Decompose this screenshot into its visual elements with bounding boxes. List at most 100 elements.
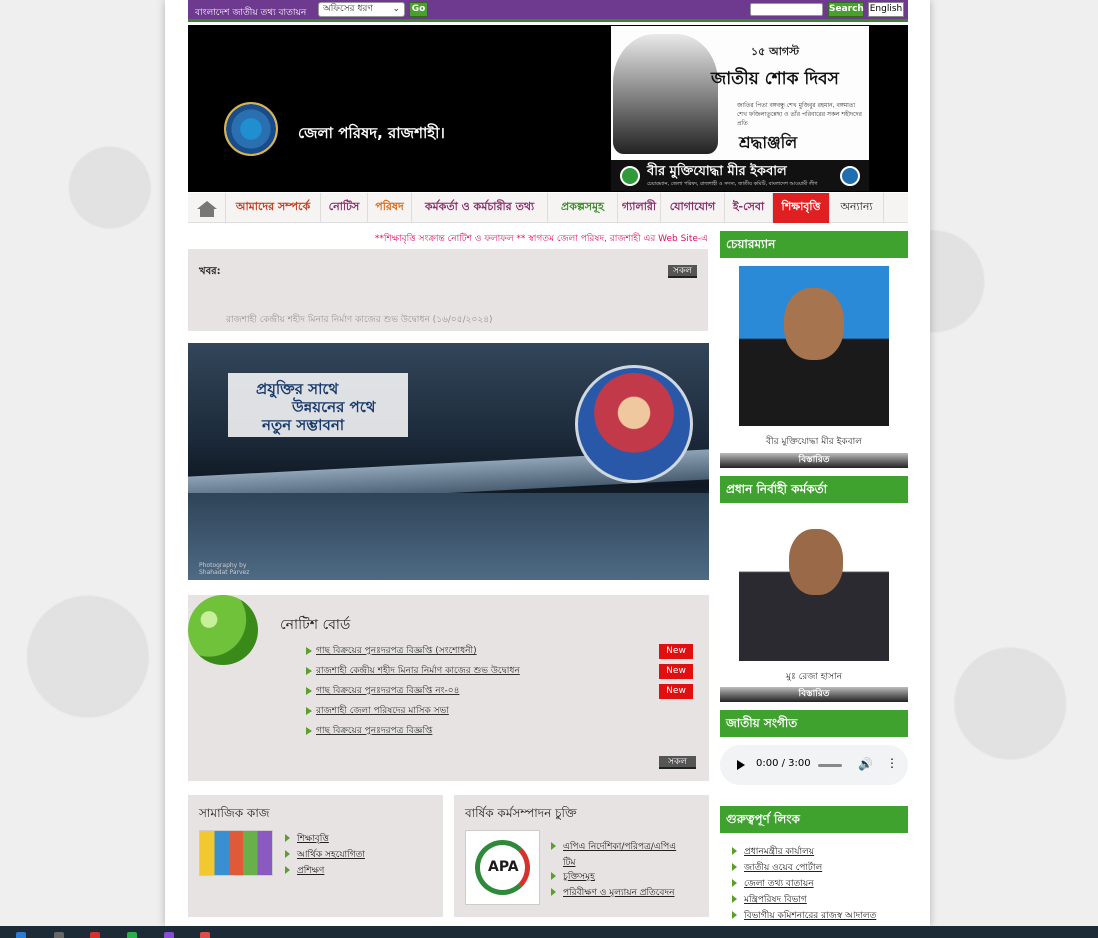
audio-progress-slider[interactable] bbox=[818, 764, 842, 767]
new-badge: New bbox=[659, 644, 693, 659]
chairman-heading: চেয়ারম্যান bbox=[720, 231, 908, 258]
list-item[interactable]: জেলা তথ্য বাতায়ন bbox=[732, 875, 912, 891]
notice-item-link[interactable]: গাছ বিক্রয়ের পুনঃদরপত্র বিজ্ঞপ্তি bbox=[316, 723, 432, 738]
nav-about-us[interactable]: আমাদের সম্পর্কে bbox=[226, 193, 321, 223]
office-select-value: অফিসের ধরণ bbox=[323, 4, 373, 14]
nav-officers-staff[interactable]: কর্মকর্তা ও কর্মচারীর তথ্য bbox=[412, 193, 548, 223]
important-links-list: প্রধানমন্ত্রীর কার্যালয় জাতীয় ওয়েব পো… bbox=[732, 843, 912, 923]
list-item[interactable]: মন্ত্রিপরিষদ বিভাগ bbox=[732, 891, 912, 907]
list-item[interactable]: জাতীয় ওয়েব পোর্টাল bbox=[732, 859, 912, 875]
notice-board-title: নোটিশ বোর্ড bbox=[280, 617, 351, 633]
search-input[interactable] bbox=[750, 3, 823, 16]
taskbar-app-icon[interactable] bbox=[54, 932, 64, 938]
taskbar-app-icon[interactable] bbox=[16, 932, 26, 938]
social-link[interactable]: শিক্ষাবৃত্তি bbox=[297, 831, 329, 846]
apa-link-continued[interactable]: টিম bbox=[563, 855, 575, 870]
notice-item-link[interactable]: রাজশাহী কেন্দ্রীয় শহীদ মিনার নির্মাণ কা… bbox=[316, 663, 520, 678]
zilla-parishad-logo[interactable] bbox=[224, 102, 278, 156]
bullet-arrow-icon bbox=[732, 847, 737, 855]
notice-item-link[interactable]: গাছ বিক্রয়ের পুনঃদরপত্র বিজ্ঞপ্তি (সংশো… bbox=[316, 643, 477, 658]
photo-credit-line-1: Photography by bbox=[199, 562, 247, 569]
apa-title: বার্ষিক কর্মসম্পাদন চুক্তি bbox=[465, 806, 577, 820]
bullet-arrow-icon bbox=[285, 866, 290, 874]
go-button[interactable]: Go bbox=[409, 2, 428, 17]
nav-parishad[interactable]: পরিষদ bbox=[368, 193, 412, 223]
important-link[interactable]: জেলা তথ্য বাতায়ন bbox=[744, 876, 814, 891]
bullet-arrow-icon bbox=[551, 842, 556, 850]
bullet-arrow-icon bbox=[306, 707, 312, 715]
important-links-heading: গুরুত্বপূর্ণ লিংক bbox=[720, 806, 908, 833]
notice-item[interactable]: গাছ বিক্রয়ের পুনঃদরপত্র বিজ্ঞপ্তি নং-০৪… bbox=[306, 682, 696, 702]
apa-link[interactable]: চুক্তিসমূহ bbox=[563, 869, 595, 884]
new-badge: New bbox=[659, 664, 693, 679]
nav-projects[interactable]: প্রকল্পসমূহ bbox=[548, 193, 618, 223]
nav-contact[interactable]: যোগাযোগ bbox=[661, 193, 725, 223]
nav-e-service[interactable]: ই-সেবা bbox=[725, 193, 773, 223]
news-all-button[interactable]: সকল bbox=[668, 265, 697, 278]
home-icon[interactable] bbox=[188, 193, 226, 223]
bullet-arrow-icon bbox=[306, 727, 312, 735]
chevron-down-icon: ⌄ bbox=[392, 4, 400, 14]
notice-item-link[interactable]: রাজশাহী জেলা পরিষদের মাসিক সভা bbox=[316, 703, 449, 718]
scrolling-notice[interactable]: **শিক্ষাবৃত্তি সংক্রান্ত নোটিশ ও ফলাফল *… bbox=[188, 231, 708, 245]
taskbar-app-icon[interactable] bbox=[90, 932, 100, 938]
search-button[interactable]: Search bbox=[828, 2, 864, 17]
volume-icon[interactable]: 🔊 bbox=[858, 757, 873, 771]
banner-strip: বীর মুক্তিযোদ্ধা মীর ইকবাল চেয়ারম্যান, … bbox=[611, 160, 869, 191]
banner-strip-name: বীর মুক্তিযোদ্ধা মীর ইকবাল bbox=[647, 164, 787, 179]
ceo-name: মুঃ রেজা হাসান bbox=[785, 672, 843, 682]
parishad-emblem-icon bbox=[840, 166, 860, 186]
ceo-details-button[interactable]: বিস্তারিত bbox=[720, 687, 908, 702]
banner-tribute: শ্রদ্ধাঞ্জলি bbox=[739, 133, 798, 152]
apa-link[interactable]: পরিবীক্ষণ ও মূল্যায়ন প্রতিবেদন bbox=[563, 885, 675, 900]
notice-all-button[interactable]: সকল bbox=[659, 756, 696, 769]
chairman-photo bbox=[739, 266, 889, 426]
os-taskbar bbox=[0, 926, 1098, 938]
play-icon[interactable] bbox=[737, 760, 745, 770]
language-toggle-button[interactable]: English bbox=[868, 2, 904, 17]
notice-item[interactable]: রাজশাহী জেলা পরিষদের মাসিক সভা bbox=[306, 702, 696, 722]
list-item[interactable]: বিভাগীয় কমিশনারের রাজস্ব আদালত bbox=[732, 907, 912, 923]
bullet-arrow-icon bbox=[732, 911, 737, 919]
important-link[interactable]: জাতীয় ওয়েব পোর্টাল bbox=[744, 860, 822, 875]
portal-link[interactable]: বাংলাদেশ জাতীয় তথ্য বাতায়ন bbox=[195, 5, 306, 20]
new-badge: New bbox=[659, 684, 693, 699]
bullet-arrow-icon bbox=[732, 879, 737, 887]
chairman-details-button[interactable]: বিস্তারিত bbox=[720, 453, 908, 468]
notice-item[interactable]: গাছ বিক্রয়ের পুনঃদরপত্র বিজ্ঞপ্তি bbox=[306, 722, 696, 742]
hero-banner: প্রযুক্তির সাথে উন্নয়নের পথে নতুন সম্ভা… bbox=[188, 343, 709, 580]
chairman-name: বীর মুক্তিযোদ্ধা মীর ইকবাল bbox=[766, 437, 862, 447]
bullet-arrow-icon bbox=[732, 863, 737, 871]
bullet-arrow-icon bbox=[551, 872, 556, 880]
notice-item[interactable]: গাছ বিক্রয়ের পুনঃদরপত্র বিজ্ঞপ্তি (সংশো… bbox=[306, 642, 696, 662]
important-link[interactable]: প্রধানমন্ত্রীর কার্যালয় bbox=[744, 844, 814, 859]
nav-gallery[interactable]: গ্যালারী bbox=[618, 193, 661, 223]
news-item[interactable]: রাজশাহী কেন্দ্রীয় শহীদ মিনার নির্মাণ কা… bbox=[226, 312, 493, 327]
list-item[interactable]: প্রধানমন্ত্রীর কার্যালয় bbox=[732, 843, 912, 859]
bullet-arrow-icon bbox=[306, 667, 312, 675]
nav-notice[interactable]: নোটিস bbox=[321, 193, 368, 223]
site-title[interactable]: জেলা পরিষদ, রাজশাহী। bbox=[298, 122, 445, 147]
taskbar-app-icon[interactable] bbox=[164, 932, 174, 938]
bullet-arrow-icon bbox=[306, 687, 312, 695]
taskbar-app-icon[interactable] bbox=[127, 932, 137, 938]
page-container: বাংলাদেশ জাতীয় তথ্য বাতায়ন অফিসের ধরণ … bbox=[165, 0, 930, 926]
important-link[interactable]: মন্ত্রিপরিষদ বিভাগ bbox=[744, 892, 807, 907]
photo-credit-line-2: Shahadat Parvez bbox=[199, 569, 250, 576]
nav-scholarship[interactable]: শিক্ষাবৃত্তি bbox=[773, 193, 830, 223]
slogan-line-3: নতুন সম্ভাবনা bbox=[262, 416, 345, 434]
nav-others[interactable]: অন্যান্য bbox=[830, 193, 884, 223]
notice-item[interactable]: রাজশাহী কেন্দ্রীয় শহীদ মিনার নির্মাণ কা… bbox=[306, 662, 696, 682]
apa-link[interactable]: এপিএ নির্দেশিকা/পরিপত্র/এপিএ bbox=[563, 839, 676, 854]
social-work-title: সামাজিক কাজ bbox=[199, 806, 270, 820]
site-header: জেলা পরিষদ, রাজশাহী। ১৫ আগস্ট জাতীয় শোক… bbox=[188, 25, 908, 192]
social-link[interactable]: আর্থিক সহযোগিতা bbox=[297, 847, 365, 862]
ceo-heading: প্রধান নির্বাহী কর্মকর্তা bbox=[720, 476, 908, 503]
social-link[interactable]: প্রশিক্ষণ bbox=[297, 863, 324, 878]
taskbar-app-icon[interactable] bbox=[200, 932, 210, 938]
more-options-icon[interactable]: ⋮ bbox=[886, 756, 898, 770]
office-type-select[interactable]: অফিসের ধরণ ⌄ bbox=[318, 2, 405, 17]
notice-item-link[interactable]: গাছ বিক্রয়ের পুনঃদরপত্র বিজ্ঞপ্তি নং-০৪ bbox=[316, 683, 459, 698]
important-link[interactable]: বিভাগীয় কমিশনারের রাজস্ব আদালত bbox=[744, 908, 876, 923]
apa-logo[interactable]: APA bbox=[465, 830, 540, 905]
